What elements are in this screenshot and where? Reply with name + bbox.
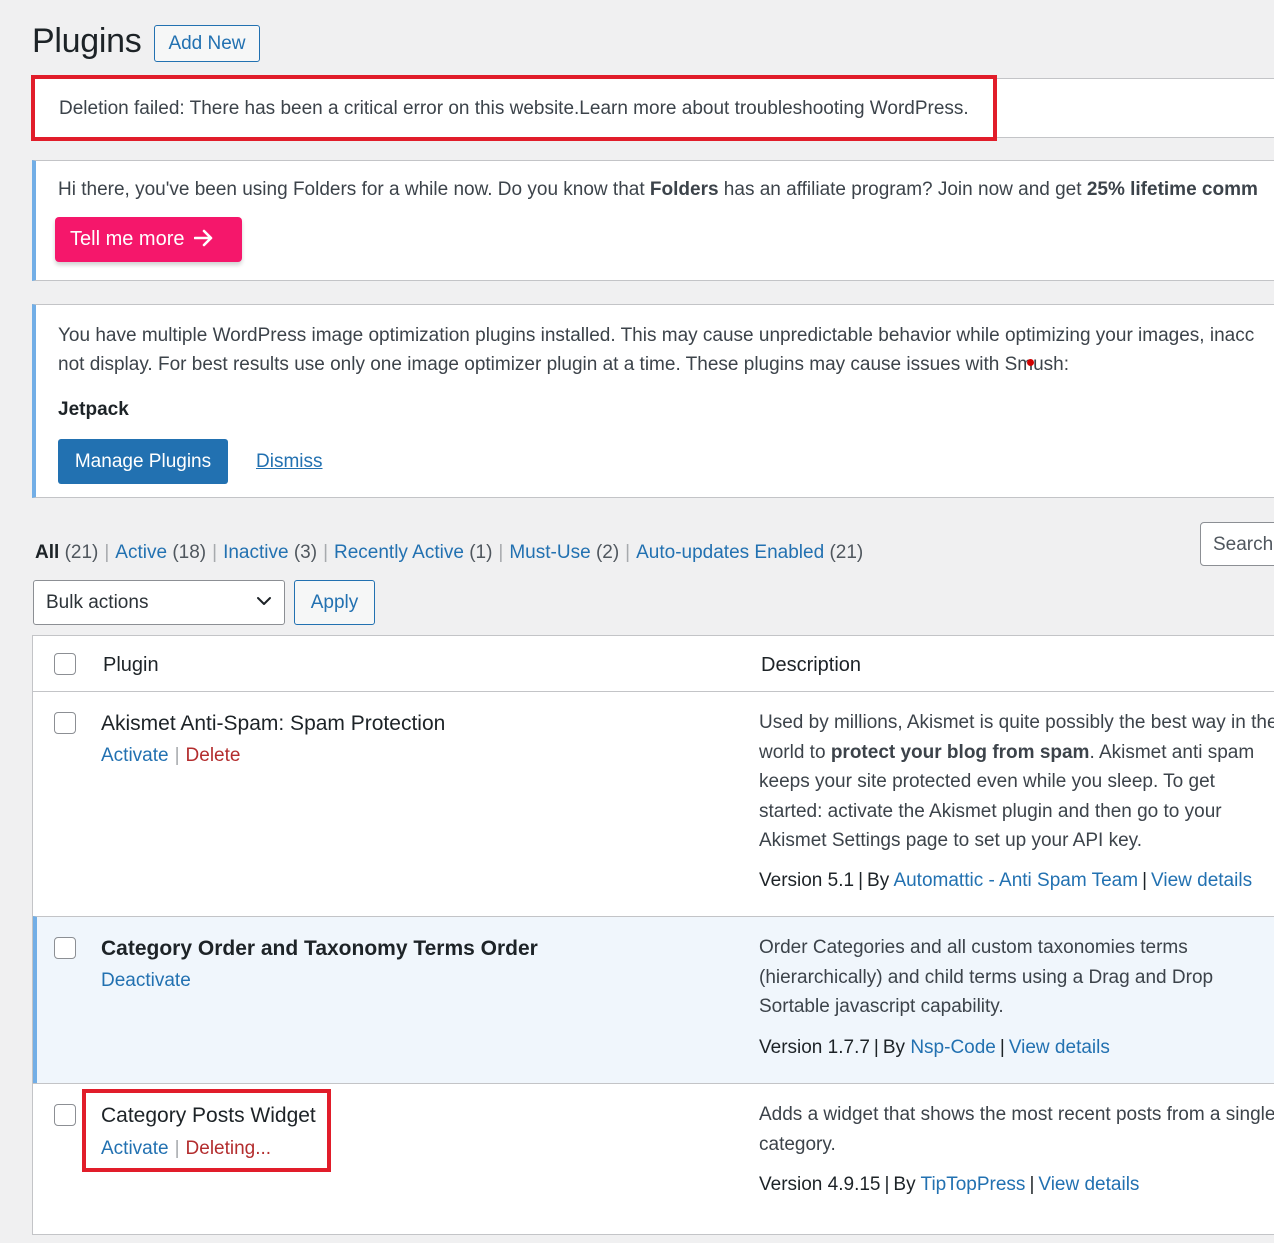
tell-me-more-button[interactable]: Tell me more [55,217,242,262]
folders-notice: Hi there, you've been using Folders for … [32,160,1274,281]
filter-must-use[interactable]: Must-Use [509,542,590,563]
view-details-link[interactable]: View details [1009,1037,1110,1058]
row-actions: Activate | Delete [101,745,241,766]
add-new-button[interactable]: Add New [154,25,260,62]
plugin-name: Category Posts Widget [101,1104,316,1127]
folders-notice-text: Hi there, you've been using Folders for … [58,179,1258,200]
search-plugins-input[interactable]: Search [1200,522,1274,566]
plugin-meta: Version 4.9.15 | By TipTopPress | View detai… [759,1174,1140,1195]
deactivate-link[interactable]: Deactivate [101,970,191,991]
column-header-description: Description [761,654,862,676]
table-row: Akismet Anti-Spam: Spam Protection Activ… [33,691,1274,916]
apply-button[interactable]: Apply [294,580,375,625]
filter-inactive[interactable]: Inactive [223,542,288,563]
smush-notice: You have multiple WordPress image optimi… [32,304,1274,498]
plugin-status-filters: All (21) | Active (18) | Inactive (3) | Recent… [35,542,864,563]
plugin-name: Category Order and Taxonomy Terms Order [101,937,538,960]
error-notice: Deletion failed: There has been a critic… [32,78,1274,138]
activate-link[interactable]: Activate [101,1138,169,1159]
row-checkbox[interactable] [54,712,76,734]
chevron-down-icon [254,591,274,611]
bulk-actions-select[interactable]: Bulk actions [33,580,285,625]
row-checkbox[interactable] [54,1104,76,1126]
plugins-table: Plugin Description Akismet Anti-Spam: Sp… [32,635,1274,1235]
filter-all[interactable]: All [35,542,59,563]
author-link[interactable]: TipTopPress [921,1174,1026,1195]
smush-notice-line2: not display. For best results use only o… [58,354,1070,375]
filter-auto-updates[interactable]: Auto-updates Enabled [636,542,824,563]
row-actions: Deactivate [101,970,191,992]
cursor-dot [1027,359,1034,366]
arrow-right-icon [194,227,214,253]
author-link[interactable]: Nsp-Code [910,1037,996,1058]
plugin-meta: Version 1.7.7 | By Nsp-Code | View details [759,1037,1110,1058]
dismiss-link[interactable]: Dismiss [256,451,323,473]
plugin-name: Akismet Anti-Spam: Spam Protection [101,712,446,735]
delete-link[interactable]: Delete [186,745,241,766]
error-notice-text: Deletion failed: There has been a critic… [59,98,969,119]
row-checkbox[interactable] [54,937,76,959]
plugin-description: Used by millions, Akismet is quite possi… [759,712,1274,851]
filter-active[interactable]: Active [115,542,167,563]
author-link[interactable]: Automattic - Anti Spam Team [893,870,1138,891]
manage-plugins-button[interactable]: Manage Plugins [58,439,228,484]
view-details-link[interactable]: View details [1151,870,1252,891]
plugin-description: Order Categories and all custom taxonomi… [759,937,1214,1017]
smush-notice-line1: You have multiple WordPress image optimi… [58,325,1255,346]
table-row: Category Posts Widget Activate | Deleting.… [33,1083,1274,1243]
activate-link[interactable]: Activate [101,745,169,766]
deleting-status: Deleting... [185,1138,272,1159]
select-all-checkbox[interactable] [54,653,76,675]
row-actions: Activate | Deleting... [101,1138,272,1159]
table-row: Category Order and Taxonomy Terms Order … [33,916,1274,1083]
plugin-meta: Version 5.1 | By Automattic - Anti Spam Te… [759,870,1253,891]
conflicting-plugin-name: Jetpack [58,399,129,420]
view-details-link[interactable]: View details [1038,1174,1139,1195]
column-header-plugin[interactable]: Plugin [103,654,159,677]
plugin-description: Adds a widget that shows the most recent… [759,1104,1274,1155]
filter-recently-active[interactable]: Recently Active [334,542,464,563]
page-title: Plugins [32,22,142,60]
